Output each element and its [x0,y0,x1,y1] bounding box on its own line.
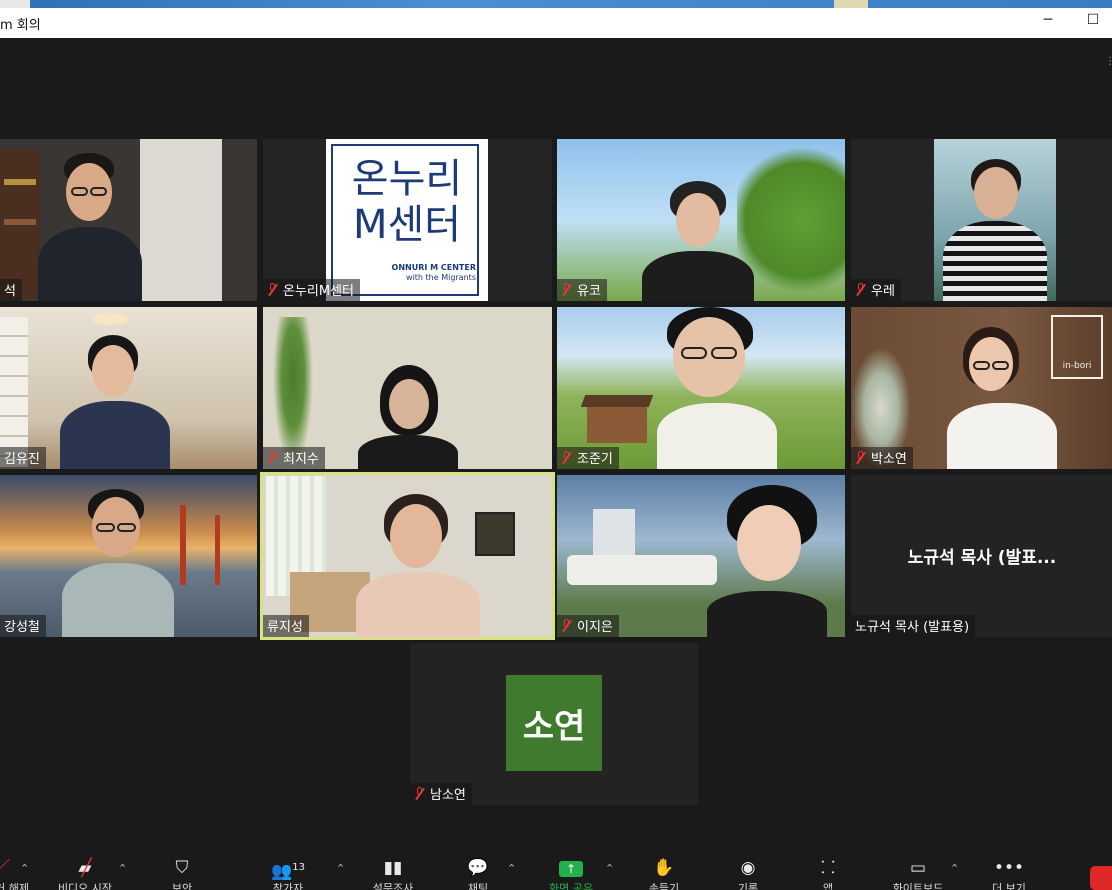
apps-button[interactable]: ⸬ 앱 [798,858,858,890]
participant-name-label: 이지은 [557,615,619,637]
participant-name-label: 노규석 목사 (발표용) [851,615,976,637]
participant-name-label: 석 [0,279,22,301]
maximize-button[interactable]: ☐ [1081,12,1105,32]
taskbar-strip [0,0,1112,8]
share-screen-icon: ↑ [541,858,601,880]
bar-chart-icon: ▮▮ [383,858,403,878]
meeting-toolbar: ／ 음소거 해제 ⌃ ▰╱ 비디오 시작 ⌃ ⛉ 보안 👥13 참가자 ⌃ ▮▮… [0,852,1112,890]
record-button[interactable]: ◉ 기록 [718,858,778,890]
participant-name-label: 온누리M센터 [263,279,361,301]
video-tile-active-speaker[interactable]: 류지성 [260,472,555,640]
chat-bubble-icon: 💬 [467,858,489,878]
video-off-tile[interactable]: 노규석 목사 (발표... 노규석 목사 (발표용) [851,475,1112,637]
participant-display-name: 노규석 목사 (발표... [907,548,1057,568]
mic-muted-icon [855,451,867,464]
security-button[interactable]: ⛉ 보안 [152,858,212,890]
avatar: 소연 [506,675,602,771]
mic-muted-icon [561,451,573,464]
video-tile[interactable]: 최지수 [263,307,552,469]
more-dots-icon: ••• [993,858,1025,878]
participant-name-label: 김유진 [0,447,46,469]
mic-muted-icon [267,283,279,296]
video-tile[interactable]: 석 [0,139,257,301]
participant-name-label: 우레 [851,279,901,301]
whiteboard-icon: ▭ [909,858,927,878]
participant-name-label: 박소연 [851,447,913,469]
window-titlebar: m 회의 ─ ☐ [0,8,1112,38]
video-off-tile[interactable]: 소연 남소연 [410,643,698,805]
polls-button[interactable]: ▮▮ 설문조사 [363,858,423,890]
apps-icon: ⸬ [820,858,836,878]
top-edge-indicator[interactable]: ⋮ [1105,56,1112,67]
participants-count: 13 [292,862,305,873]
mic-muted-icon [855,283,867,296]
minimize-button[interactable]: ─ [1036,12,1060,32]
mic-muted-icon [561,619,573,632]
mic-muted-icon [267,451,279,464]
participant-name-label: 강성철 [0,615,46,637]
video-tile[interactable]: 우레 [851,139,1112,301]
chat-options-caret[interactable]: ⌃ [507,862,516,875]
shield-icon: ⛉ [175,858,189,878]
onnuri-logo: 온누리 M센터 ONNURI M CENTER with the Migrant… [326,139,488,301]
chat-button[interactable]: 💬 채팅 [448,858,508,890]
share-options-caret[interactable]: ⌃ [605,862,614,875]
participant-name-label: 남소연 [410,783,472,805]
more-button[interactable]: ••• 더 보기 [979,858,1039,890]
participant-name-label: 류지성 [263,615,309,637]
participant-name-label: 유코 [557,279,607,301]
record-icon: ◉ [740,858,756,878]
raise-hand-button[interactable]: ✋ 손들기 [634,858,694,890]
video-tile[interactable]: 강성철 [0,475,257,637]
video-tile[interactable]: 김유진 [0,307,257,469]
window-title: m 회의 [0,18,41,33]
video-tile[interactable]: in-bori 박소연 [851,307,1112,469]
audio-options-caret[interactable]: ⌃ [20,862,29,875]
video-off-icon: ▰╱ [78,858,92,878]
video-options-caret[interactable]: ⌃ [118,862,127,875]
participant-name-label: 최지수 [263,447,325,469]
video-tile[interactable]: 이지은 [557,475,845,637]
start-video-button[interactable]: ▰╱ 비디오 시작 [55,858,115,890]
participants-button[interactable]: 👥13 참가자 [258,858,318,890]
video-tile[interactable]: 온누리 M센터 ONNURI M CENTER with the Migrant… [263,139,552,301]
participants-options-caret[interactable]: ⌃ [336,862,345,875]
whiteboard-options-caret[interactable]: ⌃ [950,862,959,875]
share-screen-button[interactable]: ↑ 화면 공유 [541,858,601,890]
mic-muted-icon [561,283,573,296]
hand-icon: ✋ [653,858,675,878]
inbori-logo: in-bori [1051,315,1103,379]
video-tile[interactable]: 조준기 [557,307,845,469]
participant-name-label: 조준기 [557,447,619,469]
end-meeting-button[interactable] [1090,866,1112,890]
whiteboard-button[interactable]: ▭ 화이트보드 [888,858,948,890]
participants-icon: 👥13 [271,861,305,882]
video-tile[interactable]: 유코 [557,139,845,301]
mic-muted-icon [414,787,426,800]
